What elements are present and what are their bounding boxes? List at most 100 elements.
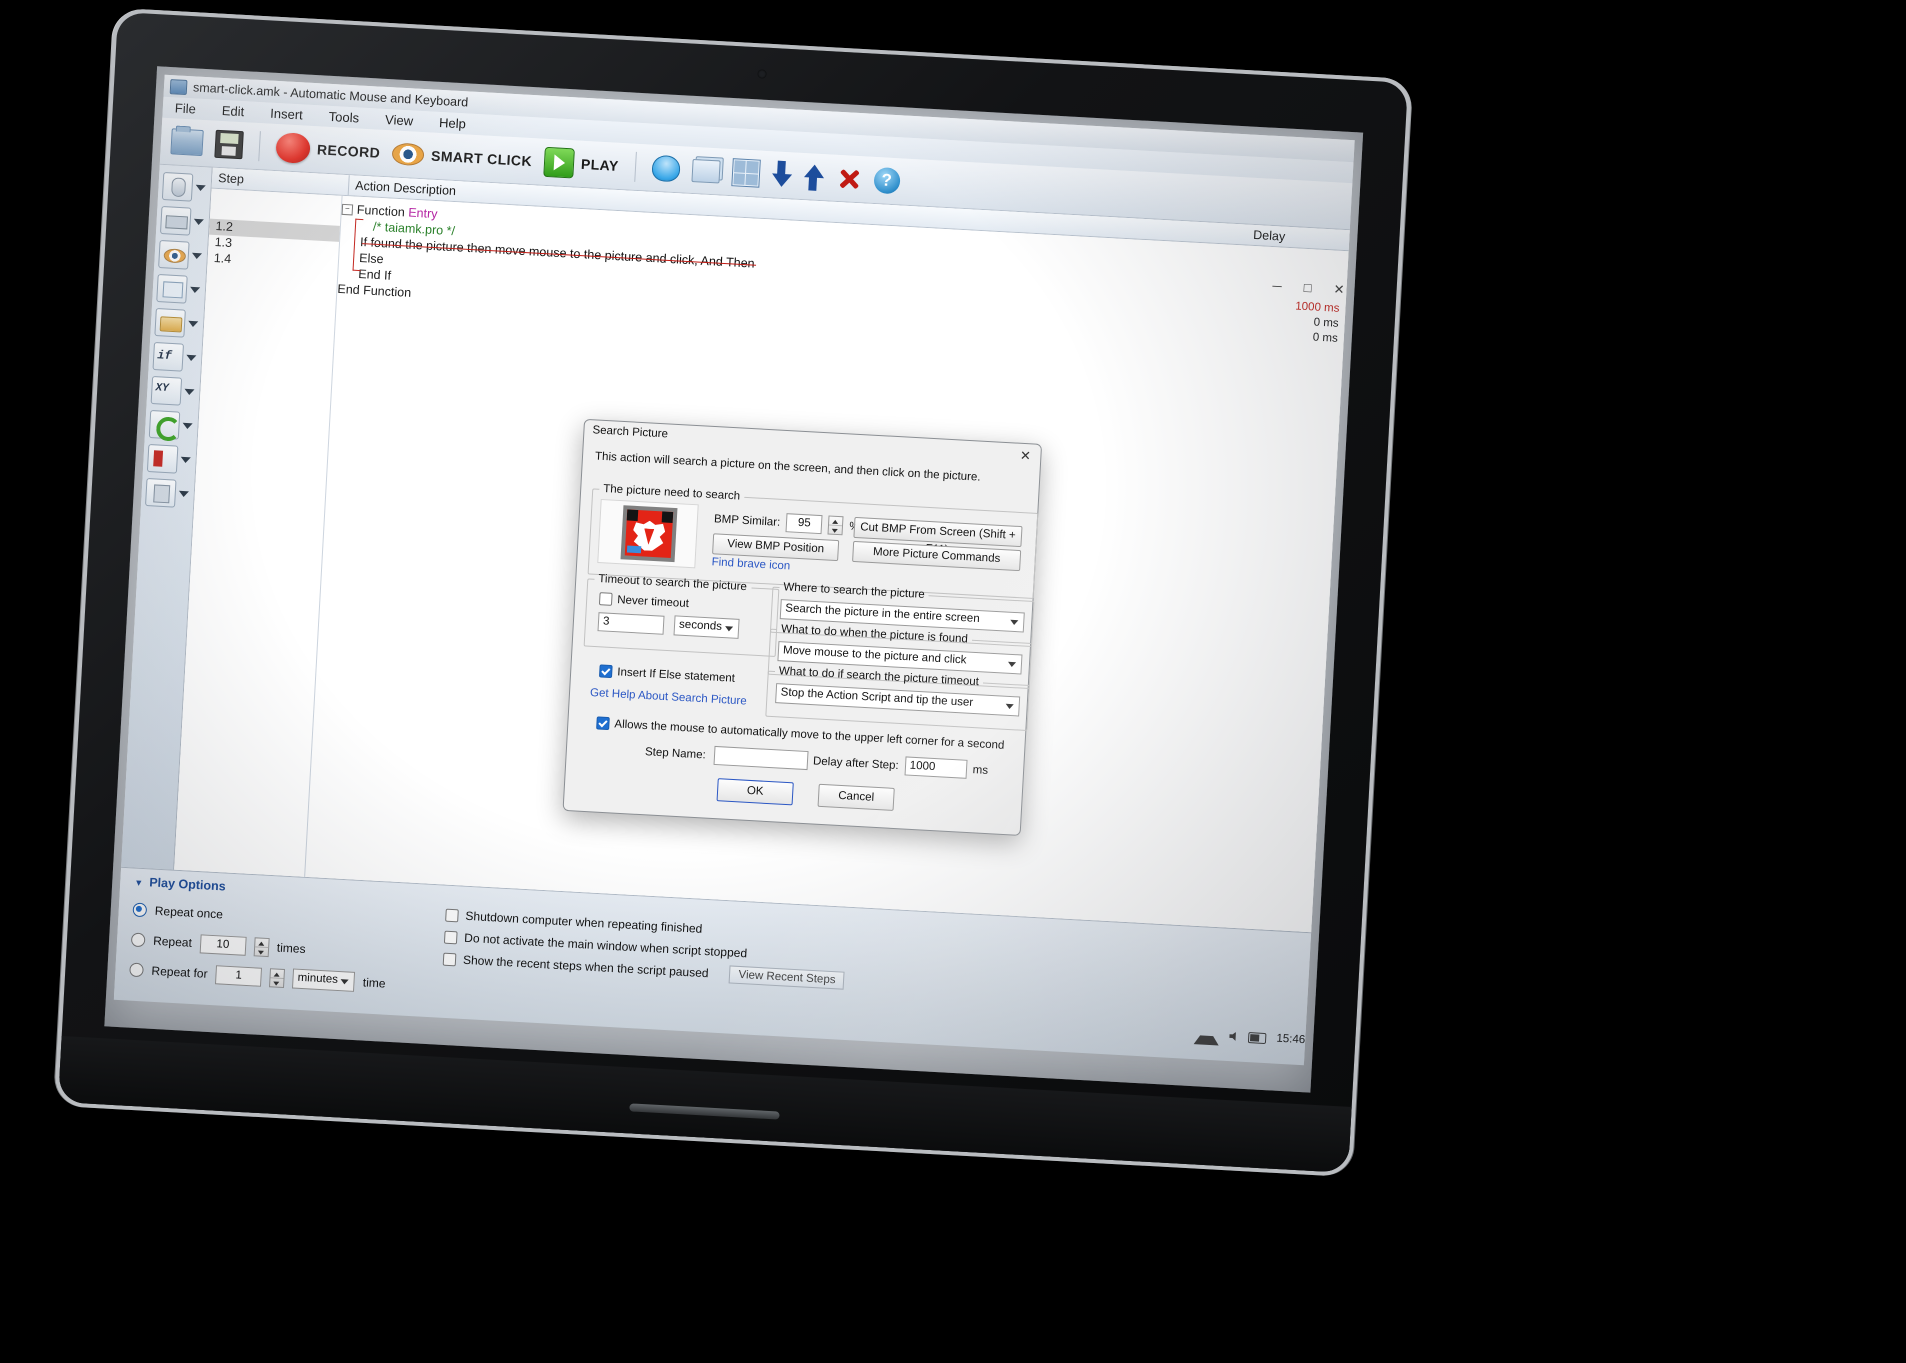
checkbox-show-recent[interactable] bbox=[442, 952, 457, 966]
picture-preview-box[interactable] bbox=[597, 498, 699, 569]
tool-clipboard[interactable] bbox=[141, 475, 195, 512]
windows-cascade-icon[interactable] bbox=[691, 158, 721, 183]
tool-if[interactable]: if bbox=[148, 339, 202, 376]
smart-click-button[interactable]: SMART CLICK bbox=[391, 142, 533, 172]
radio-repeat-for[interactable] bbox=[129, 962, 144, 978]
repeat-times-unit: times bbox=[276, 940, 306, 957]
chevron-down-icon[interactable] bbox=[193, 218, 204, 226]
chevron-down-icon[interactable] bbox=[189, 286, 201, 294]
toolbar-separator-2 bbox=[633, 151, 637, 182]
menu-item-insert[interactable]: Insert bbox=[270, 106, 303, 123]
help-icon[interactable]: ? bbox=[872, 166, 901, 195]
tool-mouse[interactable] bbox=[158, 169, 212, 206]
loop-icon[interactable] bbox=[148, 409, 181, 442]
play-label: PLAY bbox=[580, 155, 620, 174]
repeat-label: Repeat bbox=[152, 933, 193, 950]
checkbox-no-activate[interactable] bbox=[443, 930, 458, 944]
chevron-down-icon[interactable] bbox=[195, 184, 206, 192]
menu-item-tools[interactable]: Tools bbox=[328, 109, 359, 126]
radio-repeat-once[interactable] bbox=[132, 902, 148, 918]
menu-item-edit[interactable]: Edit bbox=[221, 103, 244, 119]
flag-icon[interactable] bbox=[146, 443, 179, 474]
view-recent-steps-button[interactable]: View Recent Steps bbox=[729, 965, 846, 990]
record-button[interactable]: RECORD bbox=[275, 132, 381, 168]
chevron-down-icon[interactable] bbox=[182, 422, 193, 430]
wifi-icon[interactable] bbox=[1193, 1024, 1220, 1046]
tool-loop[interactable] bbox=[145, 407, 199, 444]
chevron-down-icon[interactable] bbox=[180, 456, 191, 464]
timeout-group: Timeout to search the picture Never time… bbox=[583, 572, 780, 658]
speaker-icon[interactable] bbox=[1229, 1032, 1238, 1041]
chevron-down-icon[interactable] bbox=[191, 252, 203, 260]
repeat-for-time-label: time bbox=[362, 975, 386, 991]
chevron-down-icon[interactable] bbox=[186, 354, 197, 362]
repeat-for-stepper[interactable] bbox=[269, 967, 286, 988]
repeat-count-stepper[interactable] bbox=[253, 936, 270, 957]
mouse-icon[interactable] bbox=[161, 171, 194, 202]
checkbox-never-timeout[interactable] bbox=[598, 592, 613, 606]
play-triangle-icon bbox=[543, 146, 575, 179]
insert-if-else-row[interactable]: Insert If Else statement bbox=[598, 664, 735, 684]
if-icon[interactable]: if bbox=[152, 341, 185, 372]
close-icon[interactable]: ✕ bbox=[1018, 448, 1033, 464]
menu-item-help[interactable]: Help bbox=[439, 115, 467, 131]
grid-layout-icon[interactable] bbox=[730, 158, 761, 188]
collapse-expander-icon[interactable]: − bbox=[341, 204, 354, 216]
chevron-down-icon[interactable] bbox=[184, 388, 195, 396]
bmp-similar-stepper[interactable] bbox=[827, 515, 844, 536]
bmp-similar-input[interactable]: 95 bbox=[785, 513, 823, 535]
repeat-once-label: Repeat once bbox=[154, 903, 224, 922]
play-options-left: Play Options Repeat once Repeat 10 times bbox=[114, 868, 435, 1017]
clock[interactable]: 15:46 bbox=[1276, 1033, 1305, 1047]
get-help-link[interactable]: Get Help About Search Picture bbox=[590, 687, 747, 708]
checkbox-shutdown[interactable] bbox=[445, 908, 459, 922]
checkbox-allows-mouse-move[interactable] bbox=[596, 716, 610, 731]
debug-bug-icon[interactable] bbox=[650, 154, 681, 183]
timeout-action-select[interactable]: Stop the Action Script and tip the user bbox=[775, 683, 1021, 717]
checkbox-insert-if-else[interactable] bbox=[598, 664, 613, 679]
timeout-unit-select[interactable]: seconds bbox=[673, 615, 740, 639]
repeat-for-unit-select[interactable]: minutes bbox=[292, 968, 356, 992]
repeat-for-input[interactable]: 1 bbox=[215, 964, 263, 987]
brave-lion-icon bbox=[620, 505, 678, 563]
play-button[interactable]: PLAY bbox=[543, 146, 620, 181]
menu-item-view[interactable]: View bbox=[385, 112, 414, 129]
tool-window[interactable] bbox=[152, 271, 206, 308]
ok-button[interactable]: OK bbox=[716, 778, 794, 806]
delay-after-input[interactable]: 1000 bbox=[904, 756, 968, 779]
never-timeout-row[interactable]: Never timeout bbox=[598, 592, 772, 614]
tool-smart-click[interactable] bbox=[154, 237, 208, 274]
open-folder-icon[interactable] bbox=[170, 128, 204, 157]
eye-icon[interactable] bbox=[158, 239, 190, 270]
cancel-button[interactable]: Cancel bbox=[817, 783, 895, 811]
step-name-input[interactable] bbox=[713, 745, 809, 771]
move-up-icon[interactable] bbox=[803, 162, 825, 191]
move-down-icon[interactable] bbox=[771, 160, 793, 189]
xy-icon[interactable]: XY bbox=[150, 375, 183, 406]
battery-icon[interactable] bbox=[1248, 1031, 1267, 1044]
close-icon[interactable]: ✕ bbox=[1333, 281, 1345, 298]
menu-item-file[interactable]: File bbox=[175, 100, 197, 116]
delete-step-icon[interactable] bbox=[835, 165, 862, 192]
chevron-down-icon[interactable] bbox=[187, 320, 199, 328]
webcam-icon bbox=[757, 69, 767, 79]
tool-file[interactable] bbox=[150, 305, 204, 342]
delay-after-label: Delay after Step: bbox=[812, 754, 900, 772]
repeat-count-input[interactable]: 10 bbox=[199, 933, 247, 956]
keyboard-icon[interactable] bbox=[159, 205, 192, 236]
tool-flag[interactable] bbox=[143, 441, 197, 478]
radio-repeat[interactable] bbox=[130, 932, 146, 948]
timeout-value-row: 3 seconds bbox=[597, 611, 770, 640]
folder-icon[interactable] bbox=[154, 307, 186, 338]
minimize-icon[interactable]: ─ bbox=[1272, 278, 1282, 295]
maximize-icon[interactable]: □ bbox=[1303, 280, 1312, 296]
tool-keyboard[interactable] bbox=[156, 203, 210, 240]
find-brave-icon-link[interactable]: Find brave icon bbox=[711, 556, 790, 572]
window-icon[interactable] bbox=[156, 273, 188, 304]
repeat-for-label: Repeat for bbox=[151, 963, 208, 981]
tool-xy[interactable]: XY bbox=[146, 373, 200, 410]
save-disk-icon[interactable] bbox=[214, 129, 244, 160]
clipboard-icon[interactable] bbox=[144, 477, 177, 508]
chevron-down-icon[interactable] bbox=[178, 490, 189, 498]
timeout-value-input[interactable]: 3 bbox=[597, 611, 665, 635]
